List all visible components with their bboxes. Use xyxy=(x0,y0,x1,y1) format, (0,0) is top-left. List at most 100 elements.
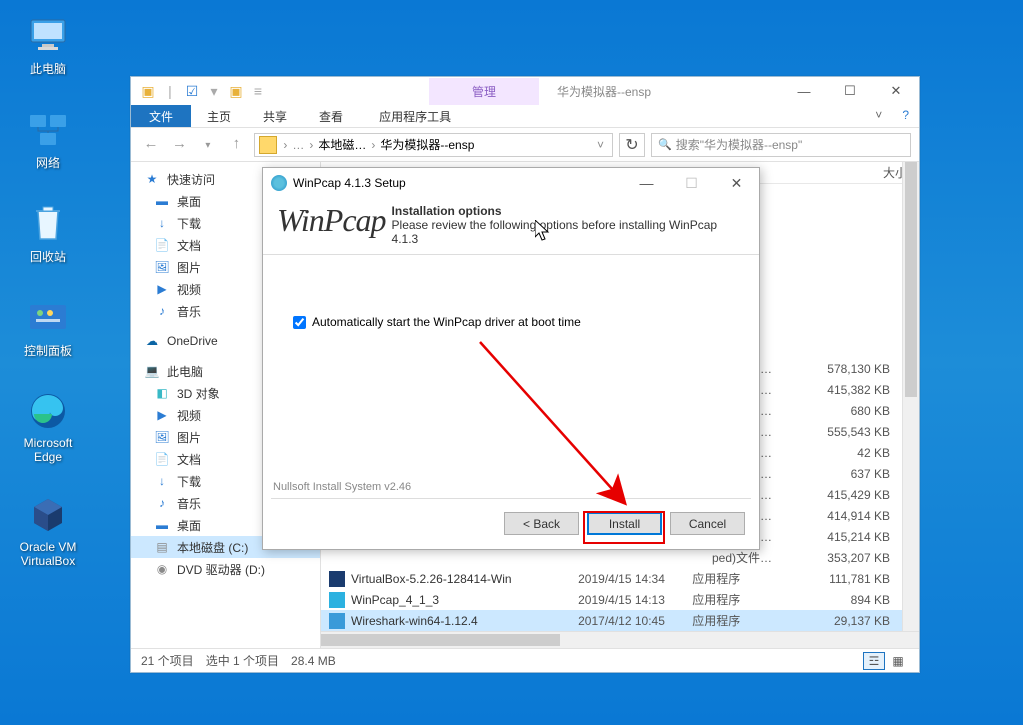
installer-app-icon xyxy=(271,175,287,191)
tab-view[interactable]: 查看 xyxy=(303,105,359,127)
checkbox-input[interactable] xyxy=(293,316,306,329)
breadcrumb[interactable]: › … › 本地磁… › 华为模拟器--ensp ˅ xyxy=(254,133,613,157)
cell-size: 415,214 KB xyxy=(802,530,902,544)
installer-body: Automatically start the WinPcap driver a… xyxy=(263,255,759,329)
chevron-right-icon[interactable]: › xyxy=(307,138,315,152)
qat-sep2: ▾ xyxy=(203,80,225,102)
cell-size: 353,207 KB xyxy=(802,551,902,565)
tab-home[interactable]: 主页 xyxy=(191,105,247,127)
ribbon: 文件 主页 共享 查看 应用程序工具 ˅ ? xyxy=(131,105,919,128)
maximize-button[interactable]: ☐ xyxy=(827,77,873,105)
desktop-icon-network[interactable]: 网络 xyxy=(10,108,86,171)
crumb[interactable]: … xyxy=(289,138,307,152)
status-selection: 选中 1 个项目 xyxy=(206,652,279,669)
cell-size: 680 KB xyxy=(802,404,902,418)
sidebar-icon: 📄 xyxy=(153,237,171,253)
qat-eq-icon: ≡ xyxy=(247,80,269,102)
cell-size: 415,429 KB xyxy=(802,488,902,502)
sidebar-item-label: 图片 xyxy=(177,429,201,446)
installer-titlebar[interactable]: WinPcap 4.1.3 Setup — ☐ ✕ xyxy=(263,168,759,198)
sidebar-icon: ↓ xyxy=(153,473,171,489)
cell-date: 2019/4/15 14:13 xyxy=(578,593,692,607)
qat-sep: | xyxy=(159,80,181,102)
search-input[interactable]: 搜索"华为模拟器--ensp" xyxy=(651,133,911,157)
cell-type: ped)文件… xyxy=(712,549,802,566)
cell-size: 637 KB xyxy=(802,467,902,481)
installer-header: WinPcap Installation options Please revi… xyxy=(263,198,759,255)
autostart-checkbox[interactable]: Automatically start the WinPcap driver a… xyxy=(293,315,729,329)
minimize-button[interactable]: — xyxy=(624,169,669,198)
sidebar-icon: 🖼 xyxy=(153,259,171,275)
chevron-down-icon[interactable]: ˅ xyxy=(597,138,608,152)
divider xyxy=(271,498,751,499)
up-button[interactable]: ↑ xyxy=(224,132,248,156)
sidebar-icon: ★ xyxy=(143,171,161,187)
table-row[interactable]: WinPcap_4_1_32019/4/15 14:13应用程序894 KB xyxy=(321,589,902,610)
cell-type: 应用程序 xyxy=(692,570,806,587)
desktop-icon-vbox[interactable]: Oracle VM VirtualBox xyxy=(10,494,86,568)
titlebar[interactable]: ▣ | ☑ ▾ ▣ ≡ 管理 华为模拟器--ensp — ☐ ✕ xyxy=(131,77,919,105)
tiles-view-icon[interactable]: ▦ xyxy=(887,652,909,670)
horizontal-scrollbar[interactable] xyxy=(321,631,919,648)
sidebar-icon: ▬ xyxy=(153,193,171,209)
forward-button[interactable]: → xyxy=(167,132,191,156)
statusbar: 21 个项目 选中 1 个项目 28.4 MB ☲ ▦ xyxy=(131,648,919,672)
cell-date: 2019/4/15 14:34 xyxy=(578,572,692,586)
qat: ▣ | ☑ ▾ ▣ ≡ xyxy=(131,80,269,102)
file-icon xyxy=(329,592,345,608)
install-button[interactable]: Install xyxy=(587,512,662,535)
installer-dialog: WinPcap 4.1.3 Setup — ☐ ✕ WinPcap Instal… xyxy=(262,167,760,550)
nav-arrows: ← → ▾ ↑ xyxy=(139,132,248,158)
status-count: 21 个项目 xyxy=(141,652,194,669)
recent-button[interactable]: ▾ xyxy=(196,134,220,158)
sidebar-icon: ♪ xyxy=(153,495,171,511)
table-row-partial[interactable]: ped)文件…353,207 KB xyxy=(712,547,902,568)
manage-tab[interactable]: 管理 xyxy=(429,78,539,105)
sidebar-icon: ▶ xyxy=(153,407,171,423)
sidebar-item[interactable]: ◉DVD 驱动器 (D:) xyxy=(131,558,320,580)
tab-apptools[interactable]: 应用程序工具 xyxy=(359,105,471,127)
sidebar-item-label: 音乐 xyxy=(177,495,201,512)
desktop-icon-recycle-bin[interactable]: 回收站 xyxy=(10,202,86,265)
cell-name: VirtualBox-5.2.26-128414-Win xyxy=(321,571,578,587)
sidebar-icon: ▬ xyxy=(153,517,171,533)
crumb-disk[interactable]: 本地磁… xyxy=(315,136,369,153)
back-button[interactable]: < Back xyxy=(504,512,579,535)
refresh-button[interactable]: ↻ xyxy=(619,133,645,157)
desktop-icon-edge[interactable]: Microsoft Edge xyxy=(10,390,86,464)
cell-name: WinPcap_4_1_3 xyxy=(321,592,578,608)
cell-date: 2017/4/12 10:45 xyxy=(578,614,692,628)
tab-file[interactable]: 文件 xyxy=(131,105,191,127)
desktop-icon-this-pc[interactable]: 此电脑 xyxy=(10,14,86,77)
chevron-right-icon[interactable]: › xyxy=(281,138,289,152)
crumb-folder[interactable]: 华为模拟器--ensp xyxy=(377,136,477,153)
sidebar-icon: ↓ xyxy=(153,215,171,231)
table-row[interactable]: Wireshark-win64-1.12.42017/4/12 10:45应用程… xyxy=(321,610,902,631)
addressbar: ← → ▾ ↑ › … › 本地磁… › 华为模拟器--ensp ˅ ↻ 搜索"… xyxy=(131,128,919,162)
sidebar-item-label: 下载 xyxy=(177,473,201,490)
chevron-right-icon[interactable]: › xyxy=(369,138,377,152)
installer-subtext: Please review the following options befo… xyxy=(392,218,745,246)
installer-title: WinPcap 4.1.3 Setup xyxy=(293,176,406,190)
close-button[interactable]: ✕ xyxy=(873,77,919,105)
ribbon-collapse[interactable]: ˅ xyxy=(865,105,892,127)
installer-buttons: < Back Install Cancel xyxy=(504,512,745,535)
vertical-scrollbar[interactable] xyxy=(902,162,919,631)
desktop-icon-control-panel[interactable]: 控制面板 xyxy=(10,296,86,359)
installer-heading: Installation options xyxy=(392,204,745,218)
sidebar-icon: ☁ xyxy=(143,333,161,349)
cancel-button[interactable]: Cancel xyxy=(670,512,745,535)
table-row[interactable]: VirtualBox-5.2.26-128414-Win2019/4/15 14… xyxy=(321,568,902,589)
sidebar-icon: ▤ xyxy=(153,539,171,555)
qat-check-icon[interactable]: ☑ xyxy=(181,80,203,102)
vbox-icon xyxy=(27,494,69,536)
close-button[interactable]: ✕ xyxy=(714,169,759,198)
minimize-button[interactable]: — xyxy=(781,77,827,105)
details-view-icon[interactable]: ☲ xyxy=(863,652,885,670)
sidebar-item-label: 快速访问 xyxy=(167,171,215,188)
help-button[interactable]: ? xyxy=(892,105,919,127)
back-button[interactable]: ← xyxy=(139,132,163,156)
tab-share[interactable]: 共享 xyxy=(247,105,303,127)
cell-size: 414,914 KB xyxy=(802,509,902,523)
sidebar-item-label: 视频 xyxy=(177,281,201,298)
